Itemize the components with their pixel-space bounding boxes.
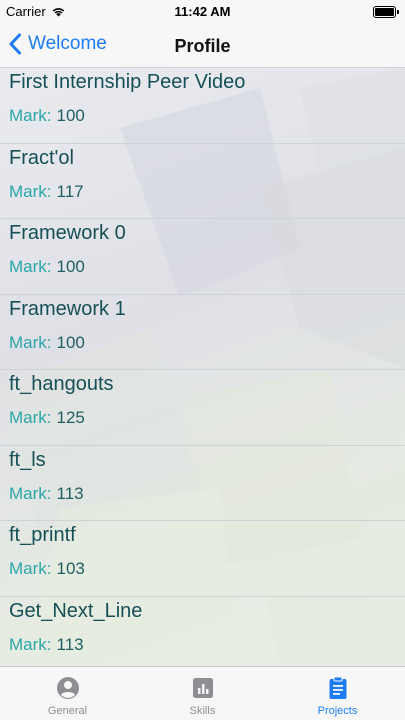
project-mark: Mark: 100 [9, 333, 85, 353]
battery-icon [373, 6, 399, 18]
mark-label: Mark: [9, 634, 52, 654]
project-mark: Mark: 100 [9, 106, 85, 126]
project-list: First Internship Peer Video Mark: 100 Fra… [0, 68, 405, 666]
mark-label: Mark: [9, 483, 52, 503]
project-name: Framework 0 [9, 222, 126, 244]
mark-label: Mark: [9, 181, 52, 201]
status-bar: Carrier 11:42 AM [0, 0, 405, 24]
bar-chart-icon [192, 678, 213, 698]
mark-value: 100 [56, 257, 85, 276]
project-mark: Mark: 100 [9, 257, 85, 277]
project-name: Framework 1 [9, 297, 126, 320]
tab-bar: General Skills Projects [0, 666, 405, 720]
project-mark: Mark: 103 [9, 559, 85, 579]
tab-projects[interactable]: Projects [270, 667, 405, 720]
tab-general[interactable]: General [0, 667, 135, 720]
project-name: Get_Next_Line [9, 599, 143, 622]
mark-value: 125 [56, 408, 85, 427]
project-row[interactable]: First Internship Peer Video Mark: 100 [0, 68, 405, 144]
mark-value: 113 [56, 483, 84, 503]
project-mark: Mark: 117 [9, 182, 84, 202]
project-name: ft_hangouts [9, 373, 114, 395]
project-mark: Mark: 125 [9, 408, 85, 428]
mark-label: Mark: [9, 332, 52, 352]
project-name: ft_printf [9, 524, 76, 546]
project-row[interactable]: Get_Next_Line Mark: 113 [0, 597, 405, 667]
mark-label: Mark: [9, 257, 52, 276]
page-title: Profile [174, 36, 231, 56]
project-mark: Mark: 113 [9, 635, 84, 655]
mark-value: 103 [56, 559, 85, 578]
project-row[interactable]: Framework 1 Mark: 100 [0, 295, 405, 370]
project-row[interactable]: ft_hangouts Mark: 125 [0, 370, 405, 446]
person-icon [56, 677, 79, 699]
mark-value: 117 [56, 181, 84, 201]
project-name: First Internship Peer Video [9, 71, 246, 93]
tab-projects-label: Projects [317, 705, 358, 717]
clipboard-icon [329, 676, 346, 699]
status-time: 11:42 AM [174, 4, 231, 19]
mark-label: Mark: [9, 106, 52, 125]
project-row[interactable]: Framework 0 Mark: 100 [0, 219, 405, 295]
tab-skills-label: Skills [189, 705, 216, 717]
tab-skills[interactable]: Skills [135, 667, 270, 720]
project-mark: Mark: 113 [9, 484, 84, 504]
mark-label: Mark: [9, 559, 52, 578]
mark-value: 100 [56, 106, 85, 125]
project-row[interactable]: Fract'ol Mark: 117 [0, 144, 405, 219]
tab-general-label: General [47, 705, 88, 717]
project-row[interactable]: ft_printf Mark: 103 [0, 521, 405, 597]
project-row[interactable]: ft_ls Mark: 113 [0, 446, 405, 521]
project-name: Fract'ol [9, 146, 74, 169]
navigation-bar: Welcome Profile [0, 24, 405, 68]
mark-value: 100 [56, 332, 85, 352]
projects-content[interactable]: First Internship Peer Video Mark: 100 Fra… [0, 68, 405, 666]
mark-value: 113 [56, 634, 84, 654]
mark-label: Mark: [9, 408, 52, 427]
project-name: ft_ls [9, 448, 46, 471]
